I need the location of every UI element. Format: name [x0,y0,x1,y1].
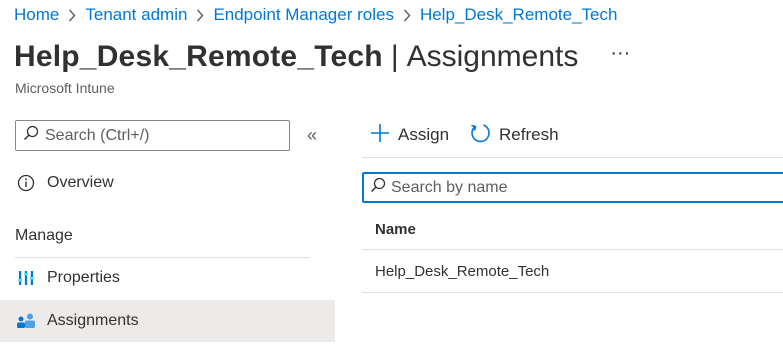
refresh-button-label: Refresh [499,125,559,144]
command-bar: Assign Refresh [370,120,579,150]
sidebar-search-input[interactable] [45,126,275,145]
divider [362,157,783,158]
sidebar-item-label: Properties [47,269,120,286]
sidebar-item-assignments[interactable]: Assignments [0,300,335,342]
page-title-section: Assignments [406,40,579,73]
chevron-right-icon [403,9,411,22]
more-options-button[interactable]: ··· [610,43,630,63]
breadcrumb-home[interactable]: Home [14,5,59,25]
column-header-name[interactable]: Name [375,221,416,238]
table-row[interactable]: Help_Desk_Remote_Tech [362,251,783,293]
page-title-name: Help_Desk_Remote_Tech [14,40,383,73]
assignments-icon [15,310,37,332]
sidebar-item-label: Overview [47,174,114,191]
sidebar-item-properties[interactable]: Properties [0,257,335,299]
refresh-button[interactable]: Refresh [469,122,559,149]
chevron-right-icon [68,9,76,22]
info-icon [15,172,37,194]
sidebar-item-label: Assignments [47,312,139,329]
name-search-box[interactable] [362,172,783,203]
table-cell-name: Help_Desk_Remote_Tech [375,263,550,280]
title-separator: | [390,40,399,73]
sidebar-section-manage: Manage [15,227,73,244]
assign-button-label: Assign [398,125,450,144]
breadcrumb-help-desk-remote-tech[interactable]: Help_Desk_Remote_Tech [420,5,618,25]
search-icon [370,177,386,198]
collapse-sidebar-button[interactable]: « [307,125,317,146]
breadcrumb-endpoint-manager-roles[interactable]: Endpoint Manager roles [213,5,394,25]
table-header: Name [362,210,783,250]
assign-button[interactable]: Assign [370,123,449,148]
name-search-input[interactable] [391,178,771,197]
sidebar-search-box[interactable] [15,120,290,151]
sidebar-item-overview[interactable]: Overview [0,162,335,204]
breadcrumb: Home Tenant admin Endpoint Manager roles… [14,5,617,25]
refresh-icon [469,122,491,149]
chevron-right-icon [196,9,204,22]
plus-icon [370,123,390,148]
page-subtitle: Microsoft Intune [15,80,115,96]
breadcrumb-tenant-admin[interactable]: Tenant admin [85,5,187,25]
page-title: Help_Desk_Remote_Tech | Assignments ··· [14,40,630,74]
search-icon [23,125,39,146]
properties-icon [15,267,37,289]
